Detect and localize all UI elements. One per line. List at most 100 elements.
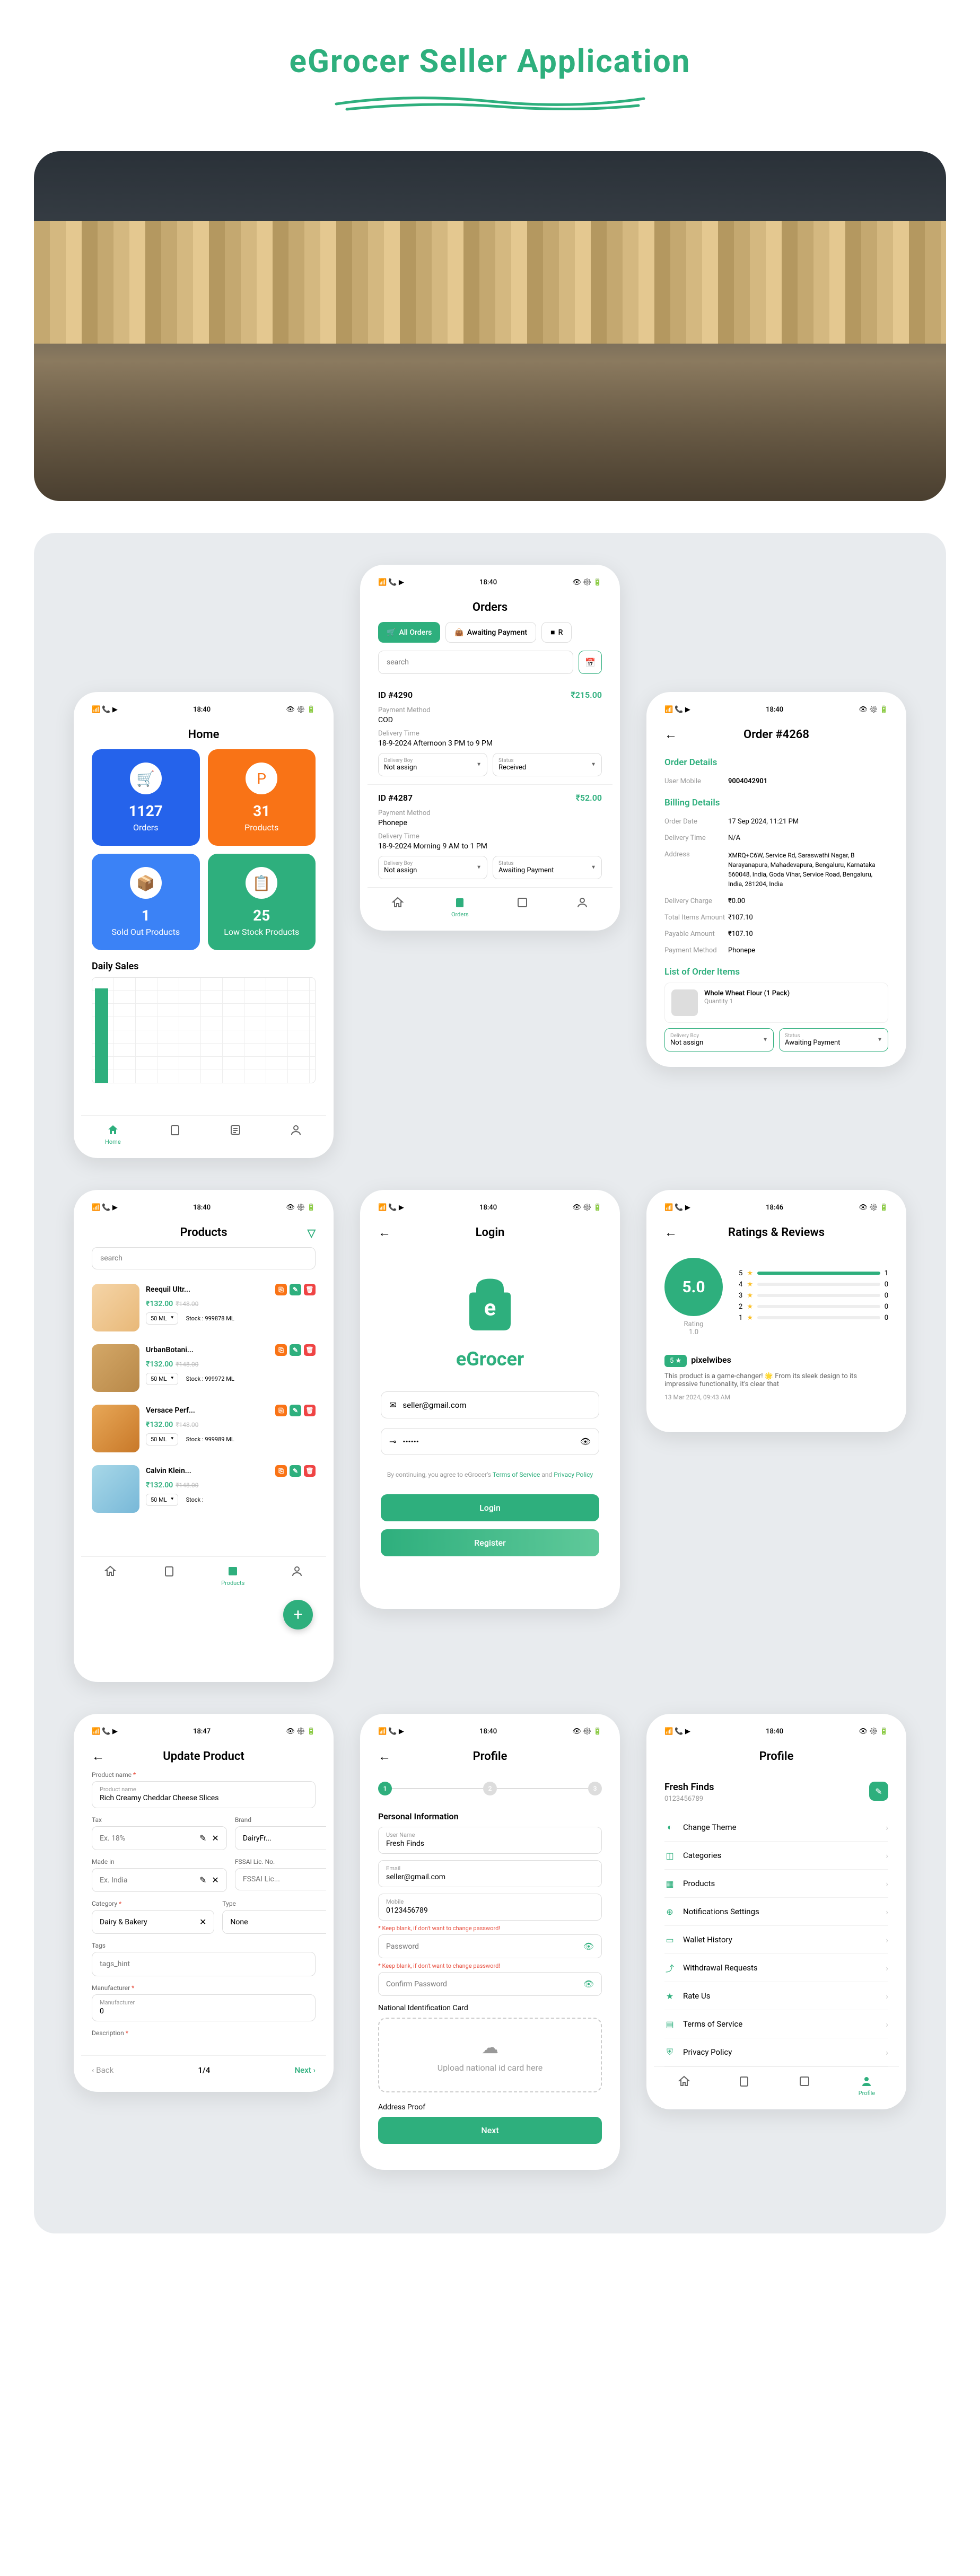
nav-orders[interactable] [169, 1124, 181, 1145]
copy-button[interactable]: ⎘ [275, 1344, 287, 1356]
copy-button[interactable]: ⎘ [275, 1405, 287, 1416]
stat-products[interactable]: P31Products [208, 749, 316, 846]
stat-soldout[interactable]: 📦1Sold Out Products [92, 854, 200, 950]
password-input[interactable]: ⊸👁 [381, 1428, 599, 1455]
terms-link[interactable]: Terms of Service [493, 1471, 540, 1478]
menu-wallet[interactable]: ▭Wallet History› [664, 1926, 888, 1954]
menu-terms[interactable]: ▤Terms of Service› [664, 2010, 888, 2038]
back-button[interactable]: ← [378, 1749, 391, 1764]
menu-change-theme[interactable]: ◐Change Theme› [664, 1813, 888, 1842]
size-select[interactable]: 50 ML [146, 1373, 178, 1385]
email-input[interactable]: ✉ [381, 1391, 599, 1418]
tab-awaiting[interactable]: 👜Awaiting Payment [445, 622, 536, 643]
delivery-boy-select[interactable]: Delivery BoyNot assign [664, 1028, 774, 1052]
nav-home[interactable] [391, 896, 404, 918]
next-button[interactable]: Next [378, 2117, 602, 2144]
nav-products[interactable] [798, 2075, 811, 2097]
upload-nid[interactable]: ☁Upload national id card here [378, 2018, 602, 2092]
step-2[interactable]: 2 [483, 1782, 497, 1795]
type-select[interactable]: ✎ [222, 1910, 326, 1934]
product-item[interactable]: Versace Perf...⎘✎🗑 ₹132.00₹148.00 50 MLS… [81, 1398, 326, 1459]
email-input[interactable]: Emailseller@gmail.com [378, 1860, 602, 1887]
nav-profile[interactable] [291, 1565, 303, 1587]
privacy-link[interactable]: Privacy Policy [554, 1471, 593, 1478]
order-item[interactable]: ID #4290₹215.00 Payment Method COD Deliv… [368, 682, 612, 785]
menu-notifications[interactable]: ⊕Notifications Settings› [664, 1898, 888, 1926]
status-select[interactable]: StatusAwaiting Payment [779, 1028, 888, 1052]
copy-button[interactable]: ⎘ [275, 1284, 287, 1295]
clear-icon[interactable]: ✕ [199, 1917, 206, 1927]
edit-button[interactable]: ✎ [290, 1465, 301, 1477]
nav-products[interactable] [516, 896, 529, 918]
size-select[interactable]: 50 ML [146, 1312, 178, 1325]
calendar-button[interactable]: 📅 [579, 651, 602, 674]
made-in-input[interactable]: ✎✕ [92, 1868, 227, 1892]
delivery-boy-select[interactable]: Delivery BoyNot assign [378, 856, 487, 879]
menu-privacy[interactable]: ⛨Privacy Policy› [664, 2038, 888, 2066]
eye-icon[interactable]: 👁 [580, 1436, 591, 1447]
tax-input[interactable]: ✎✕ [92, 1826, 227, 1850]
search-input[interactable] [378, 651, 573, 674]
edit-button[interactable]: ✎ [290, 1284, 301, 1295]
add-product-fab[interactable]: + [283, 1600, 313, 1629]
nav-home[interactable] [678, 2075, 690, 2097]
nav-profile[interactable] [576, 896, 589, 918]
delete-button[interactable]: 🗑 [304, 1465, 316, 1477]
nav-profile[interactable] [290, 1124, 302, 1145]
size-select[interactable]: 50 ML [146, 1433, 178, 1445]
tab-third[interactable]: ■R [541, 622, 572, 643]
nav-orders[interactable] [163, 1565, 176, 1587]
copy-button[interactable]: ⎘ [275, 1465, 287, 1477]
eye-icon[interactable]: 👁 [583, 1941, 594, 1951]
clear-icon[interactable]: ✕ [212, 1875, 218, 1885]
mobile-input[interactable]: Mobile0123456789 [378, 1894, 602, 1921]
stat-lowstock[interactable]: 📋25Low Stock Products [208, 854, 316, 950]
edit-button[interactable]: ✎ [290, 1344, 301, 1356]
edit-button[interactable]: ✎ [290, 1405, 301, 1416]
tags-input[interactable] [92, 1952, 316, 1976]
back-button[interactable]: ← [378, 1225, 391, 1240]
step-3[interactable]: 3 [588, 1782, 602, 1795]
order-item[interactable]: ID #4287₹52.00 Payment Method Phonepe De… [368, 785, 612, 888]
stat-orders[interactable]: 🛒1127Orders [92, 749, 200, 846]
next-nav[interactable]: Next › [295, 2065, 316, 2075]
username-input[interactable]: User NameFresh Finds [378, 1827, 602, 1854]
product-item[interactable]: UrbanBotani...⎘✎🗑 ₹132.00₹148.00 50 MLSt… [81, 1338, 326, 1398]
nav-home[interactable] [104, 1565, 117, 1587]
menu-rate-us[interactable]: ★Rate Us› [664, 1982, 888, 2010]
nav-profile[interactable]: Profile [859, 2075, 875, 2097]
password-input[interactable]: 👁 [378, 1934, 602, 1958]
status-select[interactable]: StatusAwaiting Payment [493, 856, 602, 879]
manufacturer-input[interactable]: Manufacturer0 [92, 1994, 316, 2021]
product-name-input[interactable]: Product nameRich Creamy Cheddar Cheese S… [92, 1781, 316, 1808]
nav-products[interactable]: Products [221, 1565, 244, 1587]
back-button[interactable]: ← [664, 1225, 677, 1240]
nav-orders[interactable] [738, 2075, 750, 2097]
delivery-boy-select[interactable]: Delivery BoyNot assign [378, 753, 487, 776]
confirm-password-input[interactable]: 👁 [378, 1972, 602, 1996]
edit-icon[interactable]: ✎ [199, 1875, 206, 1885]
menu-products[interactable]: ▦Products› [664, 1870, 888, 1898]
clear-icon[interactable]: ✕ [212, 1833, 218, 1843]
filter-icon[interactable]: ▽ [308, 1226, 316, 1239]
menu-withdrawal[interactable]: ⤴Withdrawal Requests› [664, 1954, 888, 1982]
back-button[interactable]: ← [92, 1749, 104, 1764]
login-button[interactable]: Login [381, 1494, 599, 1521]
category-select[interactable]: ✕ [92, 1910, 214, 1934]
edit-profile-button[interactable]: ✎ [869, 1782, 888, 1801]
delete-button[interactable]: 🗑 [304, 1405, 316, 1416]
size-select[interactable]: 50 ML [146, 1494, 178, 1506]
nav-products[interactable] [229, 1124, 242, 1145]
back-button[interactable]: ← [664, 727, 677, 742]
status-select[interactable]: StatusReceived [493, 753, 602, 776]
register-button[interactable]: Register [381, 1529, 599, 1556]
brand-input[interactable]: ✕ [235, 1826, 326, 1850]
edit-icon[interactable]: ✎ [199, 1833, 206, 1843]
product-item[interactable]: Calvin Klein...⎘✎🗑 ₹132.00₹148.00 50 MLS… [81, 1459, 326, 1519]
tab-all-orders[interactable]: 🛒All Orders [378, 622, 440, 643]
search-input[interactable] [92, 1247, 316, 1269]
delete-button[interactable]: 🗑 [304, 1284, 316, 1295]
nav-home[interactable]: Home [105, 1124, 121, 1145]
step-1[interactable]: 1 [378, 1782, 392, 1795]
nav-orders[interactable]: Orders [451, 896, 469, 918]
